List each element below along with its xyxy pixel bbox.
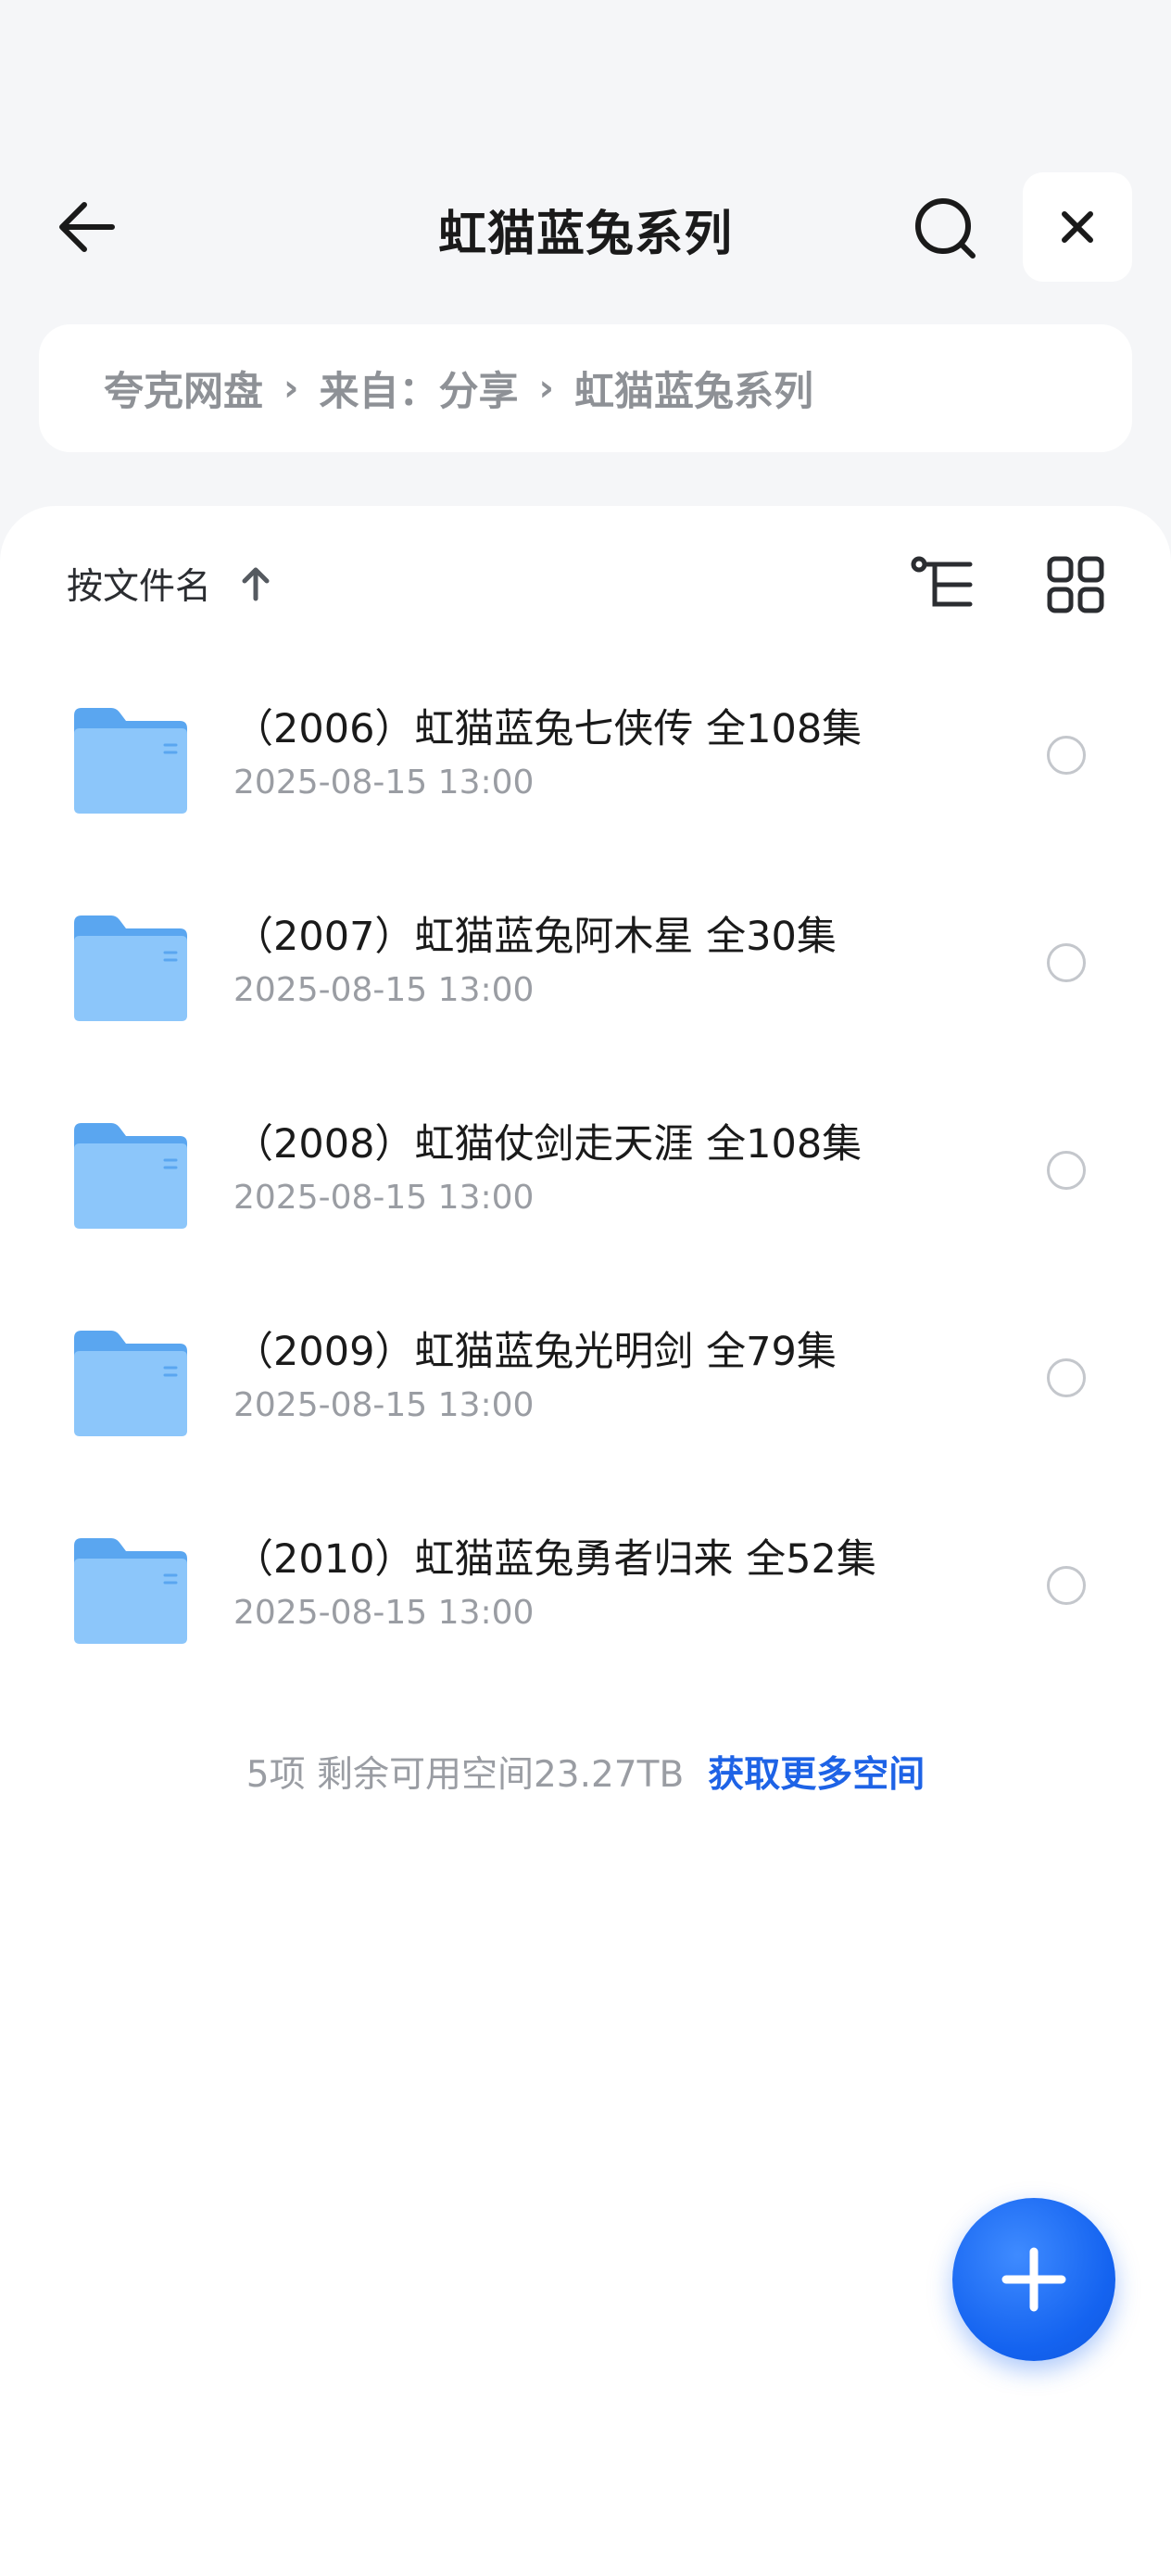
- file-name: （2008）虹猫仗剑走天涯 全108集: [233, 1121, 863, 1168]
- sort-label: 按文件名: [67, 566, 212, 608]
- breadcrumb: 夸克网盘 › 来自：分享 › 虹猫蓝兔系列: [39, 324, 1132, 452]
- tree-structure-icon: [911, 556, 973, 607]
- select-radio[interactable]: [1047, 736, 1086, 775]
- sort-bar: 按文件名: [0, 506, 1171, 654]
- grid-view-icon: [1047, 556, 1104, 613]
- storage-summary: 5项 剩余可用空间23.27TB: [246, 1754, 685, 1796]
- page-title: 虹猫蓝兔系列: [437, 207, 733, 262]
- breadcrumb-item-root[interactable]: 夸克网盘: [104, 360, 263, 417]
- list-item[interactable]: （2006）虹猫蓝兔七侠传 全108集 2025-08-15 13:00: [0, 643, 1171, 851]
- breadcrumb-item-share[interactable]: 来自：分享: [319, 360, 518, 417]
- grid-view-button[interactable]: [1043, 552, 1108, 617]
- search-button[interactable]: [908, 193, 982, 263]
- get-more-space-link[interactable]: 获取更多空间: [708, 1754, 925, 1796]
- select-radio[interactable]: [1047, 1566, 1086, 1605]
- storage-info: 5项 剩余可用空间23.27TB 获取更多空间: [0, 1746, 1171, 1798]
- select-radio[interactable]: [1047, 1358, 1086, 1397]
- list-item[interactable]: （2008）虹猫仗剑走天涯 全108集 2025-08-15 13:00: [0, 1058, 1171, 1266]
- list-item[interactable]: （2007）虹猫蓝兔阿木星 全30集 2025-08-15 13:00: [0, 851, 1171, 1058]
- file-date: 2025-08-15 13:00: [233, 1179, 535, 1217]
- folder-icon: [74, 708, 187, 814]
- file-date: 2025-08-15 13:00: [233, 764, 535, 802]
- add-button[interactable]: [952, 2198, 1115, 2361]
- plus-icon: [1001, 2247, 1066, 2312]
- page: 虹猫蓝兔系列 夸克网盘 › 来自：分享 › 虹猫蓝兔系列 按文件名 （2006）…: [0, 0, 1171, 2576]
- file-name: （2007）虹猫蓝兔阿木星 全30集: [233, 914, 837, 960]
- folder-icon: [74, 915, 187, 1021]
- folder-icon: [74, 1538, 187, 1644]
- close-button[interactable]: [1023, 172, 1132, 282]
- list-item[interactable]: （2009）虹猫蓝兔光明剑 全79集 2025-08-15 13:00: [0, 1266, 1171, 1473]
- breadcrumb-separator: ›: [283, 367, 299, 410]
- select-radio[interactable]: [1047, 1151, 1086, 1190]
- file-date: 2025-08-15 13:00: [233, 1594, 535, 1632]
- breadcrumb-item-current[interactable]: 虹猫蓝兔系列: [574, 360, 813, 417]
- file-name: （2009）虹猫蓝兔光明剑 全79集: [233, 1329, 837, 1375]
- select-radio[interactable]: [1047, 943, 1086, 982]
- file-name: （2010）虹猫蓝兔勇者归来 全52集: [233, 1536, 876, 1583]
- close-icon: [1062, 211, 1093, 243]
- breadcrumb-separator: ›: [538, 367, 554, 410]
- list-item[interactable]: （2010）虹猫蓝兔勇者归来 全52集 2025-08-15 13:00: [0, 1473, 1171, 1681]
- folder-icon: [74, 1331, 187, 1436]
- file-name: （2006）虹猫蓝兔七侠传 全108集: [233, 706, 863, 752]
- file-list: （2006）虹猫蓝兔七侠传 全108集 2025-08-15 13:00 （20…: [0, 643, 1171, 1681]
- header: 虹猫蓝兔系列: [0, 172, 1171, 282]
- tree-view-button[interactable]: [908, 552, 978, 617]
- sort-by-name-button[interactable]: 按文件名: [67, 558, 272, 610]
- file-date: 2025-08-15 13:00: [233, 1386, 535, 1424]
- search-icon: [915, 198, 976, 259]
- file-date: 2025-08-15 13:00: [233, 971, 535, 1009]
- arrow-up-icon: [239, 565, 272, 602]
- folder-icon: [74, 1123, 187, 1229]
